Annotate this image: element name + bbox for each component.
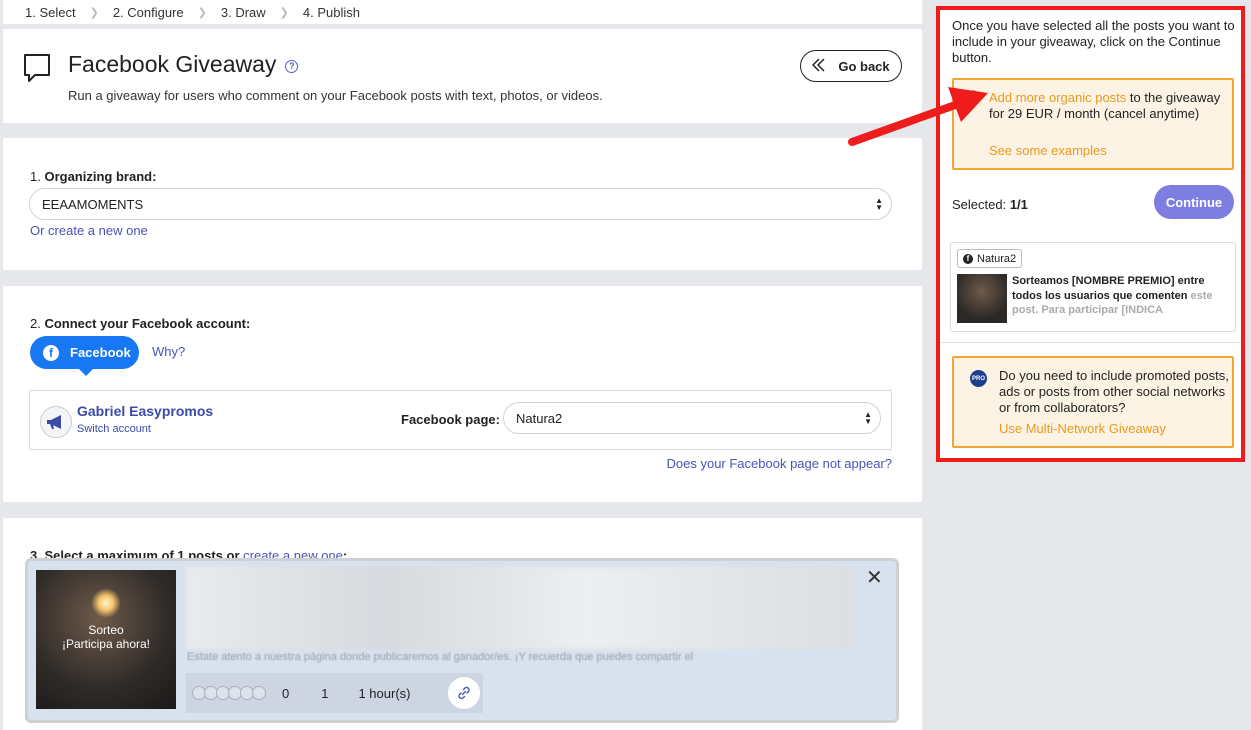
selected-post-text-main: Sorteamos [NOMBRE PREMIO] entre todos lo…	[1012, 275, 1205, 302]
selection-panel: Once you have selected all the posts you…	[936, 6, 1245, 462]
panel-divider	[940, 342, 1241, 343]
link-icon[interactable]	[448, 677, 480, 709]
select-posts-card: 3. Select a maximum of 1 posts or create…	[3, 518, 922, 730]
why-link[interactable]: Why?	[152, 344, 185, 359]
page-not-appear-link[interactable]: Does your Facebook page not appear?	[667, 456, 893, 471]
facebook-button-label: Facebook	[70, 345, 131, 360]
step-draw[interactable]: 3. Draw	[221, 5, 266, 20]
page-chip-label: Natura2	[977, 252, 1017, 265]
facebook-account-box: Gabriel Easypromos Switch account Facebo…	[29, 390, 892, 450]
step-configure[interactable]: 2. Configure	[113, 5, 184, 20]
thumbnail-text-line1: Sorteo	[88, 623, 124, 637]
multi-network-text: Do you need to include promoted posts, a…	[999, 368, 1229, 415]
reactions-icon	[192, 686, 266, 700]
account-name: Gabriel Easypromos	[77, 403, 214, 419]
multi-network-box: PRO Do you need to include promoted post…	[952, 356, 1234, 448]
help-icon[interactable]: ?	[285, 59, 299, 73]
organizing-brand-select[interactable]: EEAAMOMENTS ▲ ▼	[29, 188, 892, 220]
close-icon[interactable]: ✕	[866, 568, 883, 588]
label-text: Connect your Facebook account:	[44, 316, 251, 331]
label-text: Organizing brand:	[44, 169, 157, 184]
post-thumbnail: Sorteo ¡Participa ahora!	[36, 570, 176, 709]
post-item[interactable]: Sorteo ¡Participa ahora! Estate atento a…	[25, 558, 899, 723]
page-title: Facebook Giveaway ?	[68, 51, 299, 78]
add-organic-posts-link[interactable]: Add more organic posts	[989, 90, 1126, 105]
step-publish[interactable]: 4. Publish	[303, 5, 360, 20]
selected-post-thumbnail	[957, 274, 1007, 323]
selected-label: Selected:	[952, 197, 1010, 212]
lightbulb-icon	[966, 90, 980, 113]
pro-badge: PRO	[970, 370, 987, 387]
megaphone-icon	[40, 406, 72, 438]
select-arrows-icon: ▲ ▼	[875, 196, 883, 212]
page-title-text: Facebook Giveaway	[68, 51, 277, 77]
connect-facebook-label: 2. Connect your Facebook account:	[30, 316, 250, 331]
go-back-label: Go back	[838, 58, 890, 74]
facebook-icon: f	[43, 344, 59, 361]
sparkler-graphic	[91, 588, 121, 618]
organizing-brand-label: 1. Organizing brand:	[30, 169, 156, 184]
multi-network-link[interactable]: Use Multi-Network Giveaway	[999, 421, 1166, 436]
see-examples-link[interactable]: See some examples	[989, 143, 1107, 158]
selected-count: Selected: 1/1	[952, 197, 1028, 212]
facebook-page-select[interactable]: Natura2 ▲ ▼	[503, 402, 881, 434]
page-subtitle: Run a giveaway for users who comment on …	[68, 88, 603, 103]
selected-value: 1/1	[1009, 197, 1028, 212]
facebook-page-value: Natura2	[516, 410, 563, 426]
organizing-brand-card: 1. Organizing brand: EEAAMOMENTS ▲ ▼ Or c…	[3, 138, 922, 270]
switch-account-link[interactable]: Switch account	[77, 423, 151, 435]
continue-button[interactable]: Continue	[1154, 185, 1234, 219]
post-stats: 0 1 1 hour(s)	[186, 673, 483, 713]
chevron-right-icon: ❯	[279, 6, 289, 19]
facebook-button[interactable]: f Facebook	[30, 336, 139, 376]
reactions-count: 0	[282, 685, 290, 701]
select-arrows-icon: ▲ ▼	[864, 410, 872, 426]
thumbnail-text-line2: ¡Participa ahora!	[61, 637, 151, 651]
comments-count: 1	[321, 685, 329, 701]
create-brand-link[interactable]: Or create a new one	[30, 223, 148, 238]
organic-posts-text: Add more organic posts to the giveaway f…	[989, 90, 1229, 122]
go-back-button[interactable]: Go back	[800, 50, 902, 82]
chevron-right-icon: ❯	[197, 6, 207, 19]
facebook-page-label: Facebook page:	[401, 412, 500, 427]
post-text-blurred	[186, 567, 851, 649]
panel-intro: Once you have selected all the posts you…	[952, 18, 1235, 65]
facebook-icon: f	[963, 253, 973, 264]
post-text-snippet: Estate atento a nuestra página donde pub…	[187, 651, 694, 663]
tooltip-pointer	[78, 368, 94, 376]
selected-post-text: Sorteamos [NOMBRE PREMIO] entre todos lo…	[1012, 274, 1232, 318]
organic-posts-box: Add more organic posts to the giveaway f…	[952, 78, 1234, 170]
post-time: 1 hour(s)	[358, 685, 411, 701]
chevron-right-icon: ❯	[89, 6, 99, 19]
selected-post-card[interactable]: f Natura2 Sorteamos [NOMBRE PREMIO] entr…	[950, 242, 1236, 332]
page-chip: f Natura2	[957, 249, 1023, 268]
organizing-brand-value: EEAAMOMENTS	[42, 196, 144, 212]
label-number: 1.	[30, 169, 41, 184]
header-card: Facebook Giveaway ? Run a giveaway for u…	[3, 29, 922, 123]
comment-icon	[22, 52, 52, 89]
double-chevron-left-icon	[812, 57, 826, 75]
connect-facebook-card: 2. Connect your Facebook account: f Face…	[3, 286, 922, 502]
label-number: 2.	[30, 316, 41, 331]
steps-breadcrumb: 1. Select ❯ 2. Configure ❯ 3. Draw ❯ 4. …	[3, 0, 922, 24]
step-select[interactable]: 1. Select	[25, 5, 76, 20]
